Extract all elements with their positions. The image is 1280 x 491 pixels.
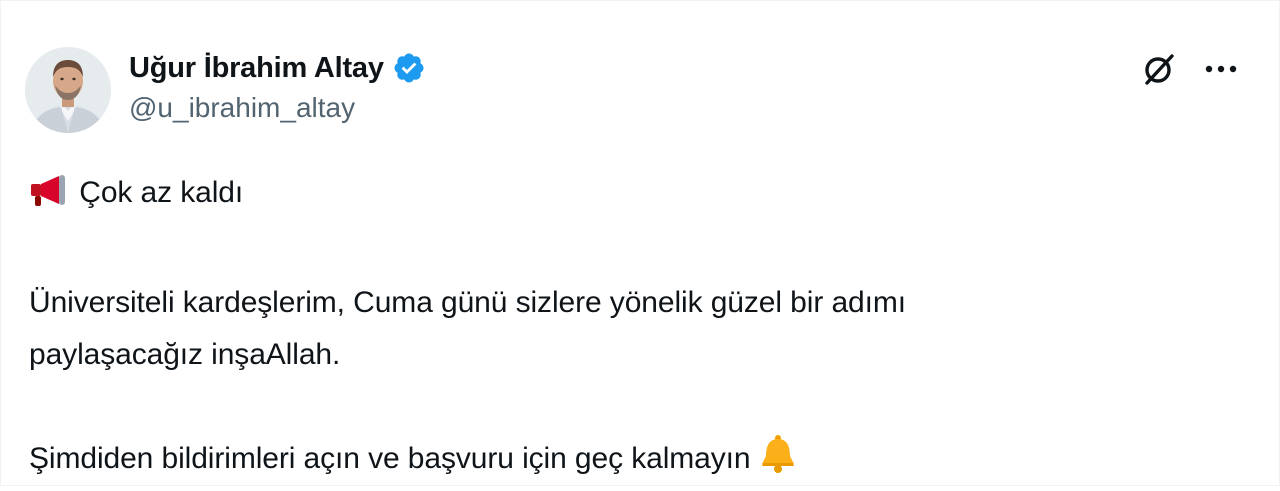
tweet-line-1: Çok az kaldı	[29, 167, 1249, 225]
tweet-para-2-line-2: paylaşacağız inşaAllah.	[29, 338, 341, 371]
grok-icon[interactable]	[1139, 49, 1179, 89]
author-block: Uğur İbrahim Altay @u_ibrahim_altay	[129, 48, 426, 124]
tweet-para-3: Şimdiden bildirimleri açın ve başvuru iç…	[29, 433, 1249, 491]
name-row: Uğur İbrahim Altay	[129, 48, 426, 88]
tweet-text: Çok az kaldı Üniversiteli kardeşlerim, C…	[29, 167, 1249, 491]
tweet-para-2-line-1: Üniversiteli kardeşlerim, Cuma günü sizl…	[29, 286, 906, 319]
tweet-card: Uğur İbrahim Altay @u_ibrahim_altay Çok …	[0, 0, 1280, 486]
tweet-para-3-text: Şimdiden bildirimleri açın ve başvuru iç…	[29, 442, 751, 475]
display-name[interactable]: Uğur İbrahim Altay	[129, 52, 384, 85]
tweet-actions	[1139, 49, 1241, 89]
user-handle[interactable]: @u_ibrahim_altay	[129, 92, 426, 124]
tweet-line-1-text: Çok az kaldı	[79, 176, 244, 209]
avatar[interactable]	[25, 47, 111, 133]
bell-emoji-icon	[759, 434, 797, 491]
avatar-image	[25, 47, 111, 133]
verified-badge-icon[interactable]	[392, 51, 426, 85]
megaphone-emoji-icon	[29, 173, 71, 225]
more-icon[interactable]	[1201, 49, 1241, 89]
